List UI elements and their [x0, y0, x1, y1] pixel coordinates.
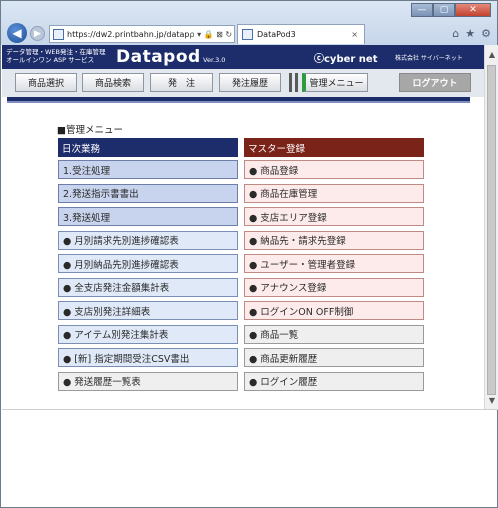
- home-icon[interactable]: ⌂: [452, 27, 459, 40]
- site-tagline: データ管理・WEB発注・在庫管理 オールインワン ASP サービス: [6, 48, 106, 64]
- scroll-down-arrow-icon[interactable]: ▼: [485, 393, 498, 407]
- menu-item-product-list[interactable]: ● 商品一覧: [244, 324, 424, 344]
- nav-divider: [295, 73, 298, 92]
- menu-item-shipping-processing[interactable]: 3.発送処理: [58, 207, 238, 226]
- nav-product-select[interactable]: 商品選択: [15, 73, 77, 92]
- scrollbar-thumb[interactable]: [487, 65, 496, 395]
- maximize-button[interactable]: ▢: [433, 3, 455, 17]
- nav-order-history[interactable]: 発注履歴: [219, 73, 281, 92]
- cybernet-logo: ⓒcyber net: [314, 54, 378, 65]
- logout-button[interactable]: ログアウト: [399, 73, 471, 92]
- master-registration-column: マスター登録 ● 商品登録 ● 商品在庫管理 ● 支店エリア登録 ● 納品先・請…: [244, 138, 424, 395]
- company-name: 株式会社 サイバーネット: [395, 55, 463, 62]
- menu-item-branch-area-registration[interactable]: ● 支店エリア登録: [244, 207, 424, 226]
- menu-item-all-branch-order-total[interactable]: ● 全支店発注金額集計表: [58, 277, 238, 297]
- daily-tasks-column: 日次業務 1.受注処理 2.発送指示書書出 3.発送処理 ● 月別請求先別進捗確…: [58, 138, 238, 395]
- site-header: データ管理・WEB発注・在庫管理 オールインワン ASP サービス Datapo…: [2, 45, 484, 69]
- nav-product-search[interactable]: 商品検索: [82, 73, 144, 92]
- menu-item-product-registration[interactable]: ● 商品登録: [244, 160, 424, 179]
- settings-gear-icon[interactable]: ⚙: [481, 27, 491, 40]
- nav-order[interactable]: 発 注: [150, 73, 213, 92]
- favorites-star-icon[interactable]: ★: [465, 27, 475, 40]
- section-title: ■管理メニュー: [57, 125, 123, 136]
- forward-button[interactable]: ▶: [30, 26, 45, 41]
- menu-item-user-admin-registration[interactable]: ● ユーザー・管理者登録: [244, 254, 424, 273]
- menu-item-product-update-history[interactable]: ● 商品更新履歴: [244, 348, 424, 367]
- address-url[interactable]: https://dw2.printbahn.jp/datap: [67, 30, 189, 39]
- tab-title: DataPod3: [257, 30, 296, 39]
- menu-item-login-history[interactable]: ● ログイン履歴: [244, 371, 424, 391]
- menu-item-monthly-billing-progress[interactable]: ● 月別請求先別進捗確認表: [58, 230, 238, 250]
- menu-item-item-order-summary[interactable]: ● アイテム別発注集計表: [58, 324, 238, 344]
- close-window-button[interactable]: ✕: [455, 3, 491, 17]
- address-bar[interactable]: https://dw2.printbahn.jp/datap ρ ▾ 🔒 ⊠ ↻: [49, 25, 235, 43]
- tab-favicon-icon: [242, 29, 253, 40]
- menu-item-branch-order-detail[interactable]: ● 支店別発注詳細表: [58, 301, 238, 320]
- minimize-button[interactable]: —: [411, 3, 433, 17]
- master-registration-header: マスター登録: [244, 138, 424, 157]
- browser-toolbar-icons: ⌂ ★ ⚙: [452, 27, 491, 40]
- nav-divider: [289, 73, 292, 92]
- menu-item-order-processing[interactable]: 1.受注処理: [58, 160, 238, 179]
- browser-window: — ▢ ✕ ◀ ▶ https://dw2.printbahn.jp/datap…: [0, 0, 498, 508]
- scroll-up-arrow-icon[interactable]: ▲: [485, 47, 498, 61]
- tagline-line1: データ管理・WEB発注・在庫管理: [6, 48, 106, 56]
- version-label: Ver.3.0: [203, 56, 226, 64]
- menu-item-announcement-registration[interactable]: ● アナウンス登録: [244, 277, 424, 297]
- browser-titlebar: — ▢ ✕ ◀ ▶ https://dw2.printbahn.jp/datap…: [1, 1, 497, 45]
- menu-item-shipping-instructions-export[interactable]: 2.発送指示書書出: [58, 183, 238, 203]
- tab-close-icon[interactable]: ×: [351, 30, 358, 39]
- datapod-logo: Datapod: [116, 47, 201, 67]
- back-button[interactable]: ◀: [7, 23, 27, 43]
- menu-item-shipping-history[interactable]: ● 発送履歴一覧表: [58, 371, 238, 391]
- address-tools[interactable]: ρ ▾ 🔒 ⊠ ↻: [189, 30, 234, 39]
- daily-tasks-header: 日次業務: [58, 138, 238, 157]
- site-favicon-icon: [53, 28, 64, 40]
- menu-item-login-onoff-control[interactable]: ● ログインON OFF制御: [244, 301, 424, 320]
- nav-admin-menu[interactable]: 管理メニュー: [302, 73, 368, 92]
- main-nav: 商品選択 商品検索 発 注 発注履歴 管理メニュー ログアウト: [2, 69, 484, 97]
- header-rule-thin: [7, 101, 470, 103]
- vertical-scrollbar[interactable]: ▲ ▼: [484, 45, 498, 409]
- browser-tab[interactable]: DataPod3 ×: [237, 24, 365, 44]
- menu-item-monthly-delivery-progress[interactable]: ● 月別納品先別進捗確認表: [58, 254, 238, 273]
- viewport-bottom-edge: [2, 409, 498, 410]
- menu-item-product-inventory[interactable]: ● 商品在庫管理: [244, 183, 424, 203]
- tagline-line2: オールインワン ASP サービス: [6, 56, 95, 64]
- window-controls: — ▢ ✕: [411, 3, 491, 17]
- menu-item-period-order-csv[interactable]: ● [新] 指定期間受注CSV書出: [58, 348, 238, 367]
- menu-item-delivery-billing-registration[interactable]: ● 納品先・請求先登録: [244, 230, 424, 250]
